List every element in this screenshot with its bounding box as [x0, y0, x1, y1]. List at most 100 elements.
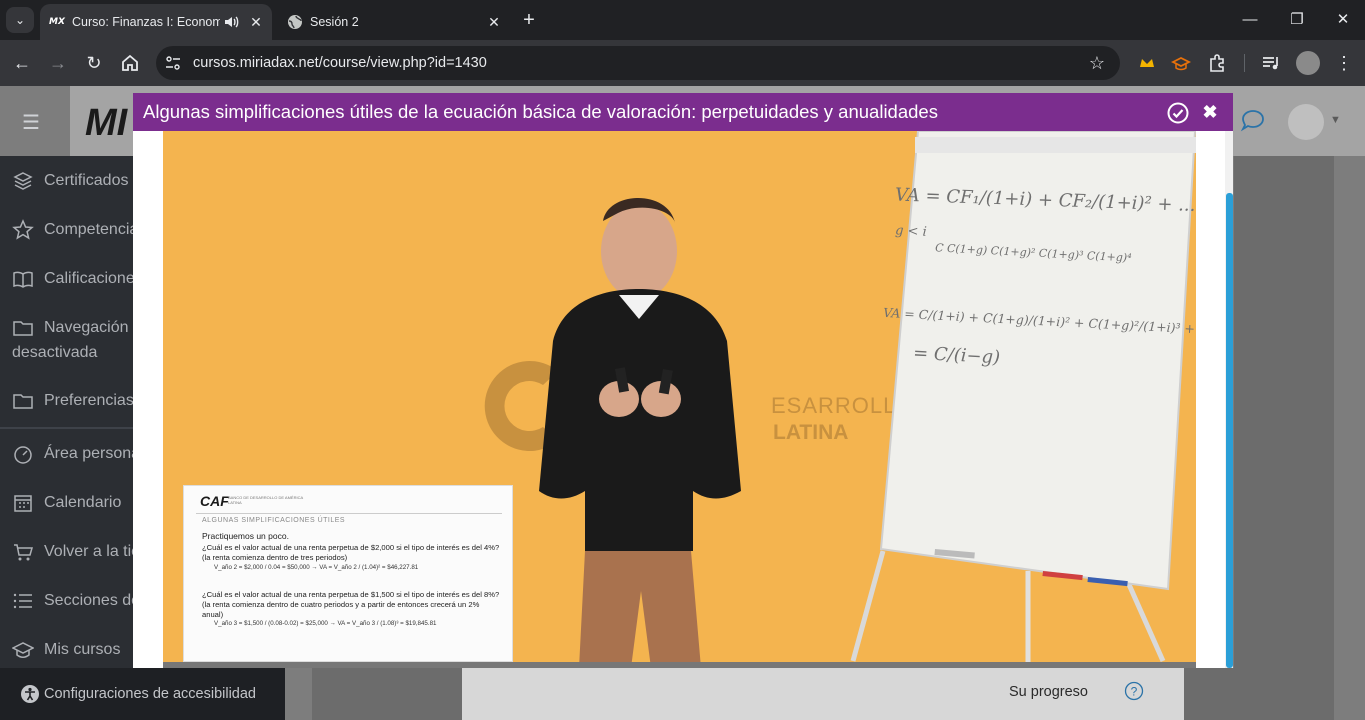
home-icon[interactable] — [118, 51, 142, 75]
toolbar-divider — [1244, 54, 1245, 72]
check-circle-icon[interactable] — [1166, 101, 1190, 125]
sidebar-item-mis-cursos[interactable]: Mis cursos — [12, 639, 133, 661]
slide-divider — [196, 513, 502, 514]
modal-scrollbar-thumb[interactable] — [1226, 193, 1233, 668]
mx-favicon-icon: MX — [49, 17, 65, 27]
tab-close-icon[interactable]: ✕ — [484, 12, 504, 32]
folder-icon — [13, 321, 33, 336]
window-close-icon[interactable]: ✕ — [1331, 8, 1355, 32]
layers-icon — [13, 172, 33, 190]
modal-close-icon[interactable]: ✖ — [1200, 102, 1220, 122]
media-controls-icon[interactable] — [1260, 52, 1282, 74]
video-progress-bar[interactable] — [163, 662, 1196, 668]
browser-toolbar: ← → ↻ cursos.miriadax.net/course/view.ph… — [0, 40, 1365, 86]
slide-logo: CAF — [200, 493, 229, 509]
sidebar-item-certificados[interactable]: Certificados — [12, 170, 133, 192]
profile-avatar-icon[interactable] — [1296, 51, 1320, 75]
sidebar-item-label-line2: desactivada — [12, 344, 98, 361]
dashboard-icon — [14, 446, 32, 464]
sidebar-item-label: Certificados — [44, 172, 129, 189]
whiteboard-eq1: VA = CF₁/(1+i) + CF₂/(1+i)² + ..... + CF… — [894, 184, 1196, 221]
back-arrow-icon[interactable]: ← — [10, 51, 34, 75]
sidebar-item-label: Mis cursos — [44, 641, 121, 658]
sidebar-item-label: Navegación — [44, 319, 129, 336]
sidebar-item-label: Competencias — [44, 221, 133, 238]
tab-title: Sesión 2 — [310, 15, 359, 29]
reload-icon[interactable]: ↻ — [82, 51, 106, 75]
help-icon[interactable]: ? — [1124, 681, 1144, 701]
tab-close-icon[interactable]: ✕ — [246, 12, 266, 32]
browser-menu-icon[interactable]: ⋮ — [1332, 51, 1356, 75]
sidebar-item-volver-tienda[interactable]: Volver a la tienda — [12, 541, 133, 563]
sidebar-item-secciones[interactable]: Secciones del curso — [12, 590, 133, 612]
crown-extension-icon[interactable] — [1136, 52, 1158, 74]
sidebar-item-competencias[interactable]: Competencias — [12, 219, 133, 241]
grades-icon — [13, 271, 33, 288]
minimize-icon[interactable]: — — [1238, 8, 1262, 32]
browser-tab-strip: ⌄ MX Curso: Finanzas I: Economía ✕ Sesió… — [0, 0, 1365, 40]
course-sidebar: Certificados Competencias Calificaciones… — [0, 156, 133, 720]
bookmark-star-icon[interactable]: ☆ — [1086, 52, 1108, 74]
tab-search-button[interactable]: ⌄ — [6, 7, 34, 33]
progress-section: Su progreso ? — [462, 668, 1184, 720]
sidebar-item-calendario[interactable]: Calendario — [12, 492, 133, 514]
accessibility-label: Configuraciones de accesibilidad — [44, 686, 256, 702]
address-bar[interactable]: cursos.miriadax.net/course/view.php?id=1… — [156, 46, 1120, 80]
slide-intro: Practiquemos un poco. — [202, 531, 289, 541]
sidebar-item-preferencias[interactable]: Preferencias — [12, 390, 133, 412]
lecture-slide: CAF BANCO DE DESARROLLO DE AMÉRICA LATIN… — [183, 485, 513, 662]
slide-bullet-text: ¿Cuál es el valor actual de una renta pe… — [202, 590, 500, 619]
sidebar-item-label: Secciones del curso — [44, 592, 133, 609]
folder-icon — [13, 394, 33, 409]
sidebar-item-label: Preferencias — [44, 392, 133, 409]
sidebar-item-label: Volver a la tienda — [44, 543, 133, 560]
new-tab-button[interactable]: + — [518, 9, 540, 31]
slide-bullet-formula: V_año 2 = $2,000 / 0.04 = $50,000 → VA =… — [214, 563, 419, 571]
slide-bullet-text: ¿Cuál es el valor actual de una renta pe… — [202, 543, 500, 562]
sidebar-item-navegacion[interactable]: Navegación desactivada — [12, 317, 133, 364]
restore-icon[interactable]: ❐ — [1285, 8, 1309, 32]
progress-label: Su progreso — [1009, 684, 1088, 700]
video-modal: Algunas simplificaciones útiles de la ec… — [133, 93, 1233, 668]
svg-text:?: ? — [1131, 685, 1138, 699]
slide-logo-subtitle: BANCO DE DESARROLLO DE AMÉRICA LATINA — [228, 495, 303, 505]
slide-bullet: ¿Cuál es el valor actual de una renta pe… — [202, 543, 502, 572]
sidebar-item-label: Calificaciones — [44, 270, 133, 287]
cart-icon — [14, 544, 33, 561]
browser-tab-active[interactable]: MX Curso: Finanzas I: Economía ✕ — [40, 4, 272, 40]
sidebar-item-label: Calendario — [44, 494, 122, 511]
hat-extension-icon[interactable] — [1170, 52, 1192, 74]
sidebar-divider — [0, 427, 133, 429]
hamburger-menu-icon[interactable]: ☰ — [22, 110, 44, 134]
calendar-icon — [14, 495, 32, 512]
globe-icon — [288, 15, 302, 29]
list-icon — [13, 593, 32, 609]
whiteboard-eq2: VA = C/(1+i) + C(1+g)/(1+i)² + C(1+g)²/(… — [882, 304, 1196, 338]
presenter — [539, 198, 741, 668]
whiteboard-notes: VA = CF₁/(1+i) + CF₂/(1+i)² + ..... + CF… — [883, 184, 1196, 370]
url-text: cursos.miriadax.net/course/view.php?id=1… — [193, 55, 487, 71]
sidebar-item-area-personal[interactable]: Área personal — [12, 443, 133, 465]
sidebar-item-calificaciones[interactable]: Calificaciones — [12, 268, 133, 290]
speaker-icon[interactable] — [222, 13, 240, 31]
forward-arrow-icon[interactable]: → — [46, 51, 70, 75]
modal-title: Algunas simplificaciones útiles de la ec… — [143, 101, 938, 122]
video-player[interactable]: ESARROLLO LATINA VA = CF₁/(1+i) + CF₂/(1… — [163, 131, 1196, 668]
slide-heading: ALGUNAS SIMPLIFICACIONES ÚTILES — [202, 517, 346, 524]
star-icon — [12, 219, 34, 240]
site-logo[interactable]: MI — [85, 102, 127, 145]
browser-tab[interactable]: Sesión 2 ✕ — [278, 4, 514, 40]
graduation-icon — [12, 642, 34, 658]
site-info-icon[interactable] — [164, 54, 182, 72]
slide-bullet: ¿Cuál es el valor actual de una renta pe… — [202, 590, 502, 628]
chevron-down-icon[interactable]: ▼ — [1330, 114, 1341, 126]
right-panel-placeholder — [1234, 156, 1334, 668]
slide-bullet-formula: V_año 3 = $1,500 / (0.08-0.02) = $25,000… — [214, 620, 437, 628]
extensions-puzzle-icon[interactable] — [1206, 52, 1228, 74]
sidebar-item-label: Área personal — [44, 445, 133, 462]
user-avatar[interactable] — [1288, 104, 1324, 140]
modal-header: Algunas simplificaciones útiles de la ec… — [133, 93, 1233, 131]
messages-icon[interactable] — [1240, 108, 1266, 132]
tab-title: Curso: Finanzas I: Economía — [72, 15, 220, 29]
accessibility-settings-button[interactable]: Configuraciones de accesibilidad — [0, 668, 285, 720]
